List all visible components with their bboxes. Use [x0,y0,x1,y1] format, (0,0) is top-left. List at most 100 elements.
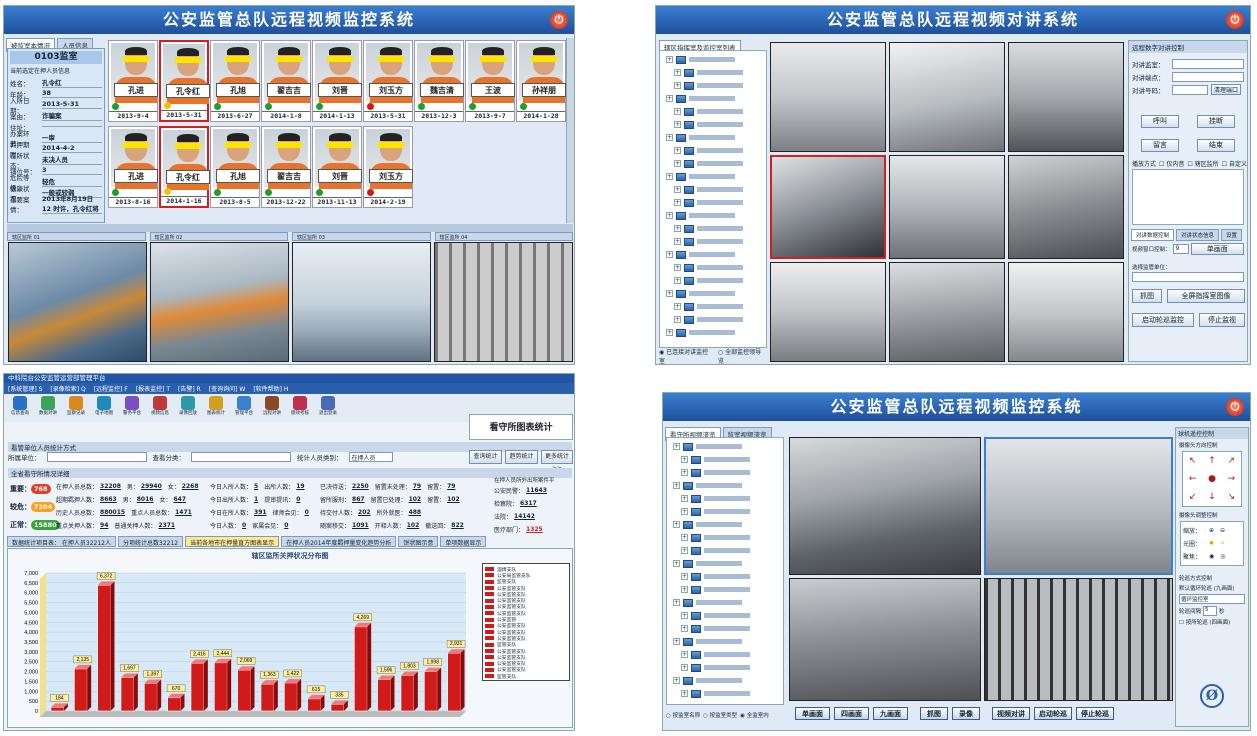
expand-icon[interactable]: + [681,469,688,476]
tree-node[interactable]: + [669,674,781,687]
clear-port-button[interactable]: 清理端口 [1211,84,1242,95]
tree-node[interactable]: + [662,326,764,339]
tree-node[interactable]: + [662,105,764,118]
tree-node[interactable]: + [669,648,781,661]
tree-node[interactable]: + [669,453,781,466]
arrow-down-icon[interactable]: ↓ [1202,492,1221,502]
expand-icon[interactable]: + [681,547,688,554]
inmate-card[interactable]: 孔进 2013-8-16 [108,126,158,208]
power-icon[interactable]: ⏻ [1226,11,1244,29]
tree-node[interactable]: + [662,248,764,261]
stop-monitor-button[interactable]: 停止监视 [1199,313,1245,327]
tree-node[interactable]: + [669,609,781,622]
call-button[interactable]: 呼叫 [1141,115,1179,128]
expand-icon[interactable]: + [674,303,681,310]
video-1[interactable] [789,437,981,575]
radio-by-type[interactable]: ○ 按监室类型 [703,711,737,719]
tree-node[interactable]: + [669,518,781,531]
tree-node[interactable]: + [669,557,781,570]
menu-item[interactable]: [告警] R [178,384,201,393]
tree-node[interactable]: + [669,661,781,674]
tree-node[interactable]: + [669,687,781,700]
focus-far-icon[interactable]: ◎ [1220,553,1225,560]
expand-icon[interactable]: + [681,690,688,697]
tree-node[interactable]: + [669,570,781,583]
expand-icon[interactable]: + [681,495,688,502]
toolbar-button[interactable]: 信息查询 [8,396,32,420]
expand-icon[interactable]: + [666,212,673,219]
center-icon[interactable]: ● [1202,474,1221,484]
toolbar-button[interactable]: 退出登录 [316,396,340,420]
expand-icon[interactable]: + [681,625,688,632]
menu-item[interactable]: [报表监控] T [136,384,170,393]
category-select[interactable] [191,452,291,462]
menu-item[interactable]: [软件帮助] H [253,384,288,393]
inmate-card[interactable]: 刘玉方 2014-2-19 [363,126,413,208]
tree-node[interactable]: + [662,157,764,170]
bottom-button[interactable]: 四画面 [834,707,869,720]
video-3[interactable] [1008,42,1124,152]
menu-item[interactable]: [远程监控] F [94,384,128,393]
expand-icon[interactable]: + [674,238,681,245]
fullscreen-button[interactable]: 全屏指挥室图像 [1167,289,1245,303]
trend-stats-button[interactable]: 趋势统计 [505,450,538,464]
chart-tab[interactable]: 分项统计总数32212 [118,536,184,547]
bottom-button[interactable]: 启动轮巡 [1034,707,1072,720]
tree-node[interactable]: + [662,196,764,209]
input-number[interactable] [1172,84,1208,95]
inmate-card[interactable]: 孔旭 2013-8-5 [210,126,260,208]
expand-icon[interactable]: + [666,134,673,141]
expand-icon[interactable]: + [673,599,680,606]
message-box[interactable] [1132,169,1244,225]
unit-select[interactable] [1132,272,1244,282]
expand-icon[interactable]: + [681,456,688,463]
tree-node[interactable]: + [669,466,781,479]
menu-item[interactable]: [系统管理] S [8,384,42,393]
expand-icon[interactable]: + [674,277,681,284]
split-select[interactable]: 9 [1172,244,1189,254]
inmate-card[interactable]: 孔进 2013-9-4 [108,40,158,122]
tree-node[interactable]: + [662,261,764,274]
expand-icon[interactable]: + [674,147,681,154]
video-3[interactable] [789,578,981,701]
toolbar-button[interactable]: 图表统计 [204,396,228,420]
message-button[interactable]: 留言 [1141,139,1179,152]
tree-node[interactable]: + [662,79,764,92]
more-stats-button[interactable]: 更多统计>> [541,450,573,472]
site-tree[interactable]: + + + + + + + + + + + + + + + + + + + + + + [659,50,767,348]
chart-tab[interactable]: 数据统计项目表： 在押人员32212人 [7,536,116,547]
power-icon[interactable]: ⏻ [550,11,568,29]
camera-view-3[interactable] [292,242,431,362]
video-2[interactable] [889,42,1005,152]
chart-tab[interactable]: 当前各地市在押量直方图表显示 [185,536,280,547]
chart-tab[interactable]: 单项数据显示 [440,536,487,547]
menu-item[interactable]: [查询询问] W [209,384,246,393]
power-icon[interactable]: ⏻ [1226,398,1244,416]
tree-node[interactable]: + [669,440,781,453]
inmate-card[interactable]: 王波 2013-9-7 [465,40,515,122]
toolbar-button[interactable]: 监察记录 [64,396,88,420]
arrow-right-icon[interactable]: → [1222,474,1241,484]
unit-select[interactable] [46,452,147,462]
loop-select[interactable]: 循环监控室 [1179,594,1245,604]
toolbar-button[interactable]: 视频信息 [148,396,172,420]
expand-icon[interactable]: + [666,173,673,180]
expand-icon[interactable]: + [666,95,673,102]
tree-node[interactable]: + [662,274,764,287]
expand-icon[interactable]: + [666,56,673,63]
toolbar-button[interactable]: 录像回放 [176,396,200,420]
input-room[interactable] [1172,58,1244,69]
chart-tab[interactable]: 饼状图示意 [398,536,439,547]
expand-icon[interactable]: + [673,521,680,528]
query-stats-button[interactable]: 查询统计 [469,450,502,464]
expand-icon[interactable]: + [674,186,681,193]
expand-icon[interactable]: + [674,69,681,76]
bottom-button[interactable]: 单画面 [795,707,830,720]
tree-node[interactable]: + [669,492,781,505]
expand-icon[interactable]: + [681,586,688,593]
scrollbar[interactable] [566,38,574,223]
menu-item[interactable]: [录像检索] Q [50,384,85,393]
tree-node[interactable]: + [662,131,764,144]
radio-all[interactable]: ○ 全部监控领导览 [718,347,767,364]
expand-icon[interactable]: + [674,82,681,89]
